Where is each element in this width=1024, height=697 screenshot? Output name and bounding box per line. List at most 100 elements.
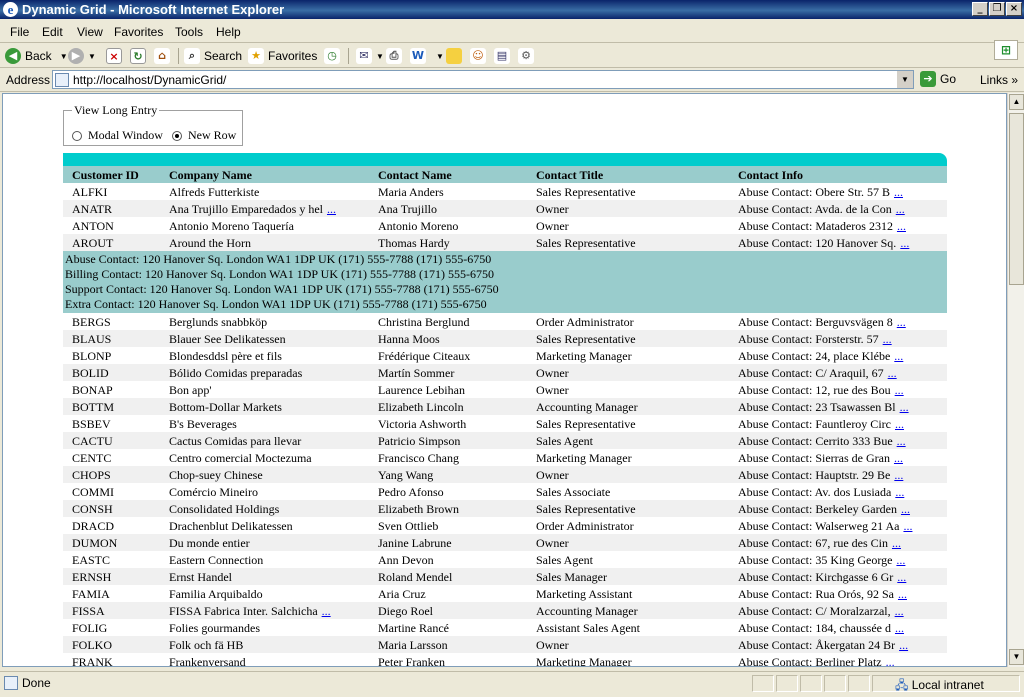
cell-company-name: Blauer See Delikatessen	[169, 332, 286, 346]
messenger-icon: ☺	[470, 48, 486, 64]
cell-contact-name: Hanna Moos	[378, 332, 440, 346]
minimize-button[interactable]: _	[972, 2, 988, 16]
grid-top-bar	[63, 153, 947, 166]
stop-button[interactable]: ×	[106, 47, 126, 65]
view-more-link[interactable]: ...	[894, 451, 903, 465]
new-row-radio[interactable]: New Row	[172, 128, 236, 143]
cell-contact-info: Abuse Contact: 67, rue des Cin...	[738, 536, 901, 550]
history-button[interactable]: ◷	[324, 47, 344, 65]
menu-view[interactable]: View	[77, 25, 103, 39]
view-more-link[interactable]: ...	[898, 587, 907, 601]
view-more-link[interactable]: ...	[896, 553, 905, 567]
intranet-icon: 🖧	[895, 678, 909, 692]
view-more-link[interactable]: ...	[327, 202, 336, 216]
header-contact-info: Contact Info	[738, 168, 803, 182]
research-button[interactable]: ▤	[494, 47, 514, 65]
view-more-link[interactable]: ...	[894, 349, 903, 363]
mail-button[interactable]: ✉ ▼	[356, 47, 384, 65]
cell-customer-id: CHOPS	[72, 468, 111, 482]
tools-button[interactable]: ⚙	[518, 47, 538, 65]
cell-contact-name: Francisco Chang	[378, 451, 459, 465]
cell-customer-id: COMMI	[72, 485, 115, 499]
view-more-link[interactable]: ...	[899, 638, 908, 652]
table-row: ALFKI Alfreds Futterkiste Maria Anders Sale…	[63, 183, 947, 200]
restore-button[interactable]: ❐	[989, 2, 1005, 16]
view-more-link[interactable]: ...	[897, 219, 906, 233]
view-more-link[interactable]: ...	[896, 202, 905, 216]
forward-button[interactable]: ▶ ▼	[68, 47, 96, 65]
view-more-link[interactable]: ...	[900, 236, 909, 250]
scroll-thumb[interactable]	[1009, 113, 1024, 285]
view-more-link[interactable]: ...	[322, 604, 331, 618]
view-more-link[interactable]: ...	[895, 383, 904, 397]
cell-contact-name: Sven Ottlieb	[378, 519, 439, 533]
cell-contact-name: Maria Larsson	[378, 638, 448, 652]
menu-edit[interactable]: Edit	[42, 25, 63, 39]
search-icon: ⌕	[184, 48, 200, 64]
cell-customer-id: ERNSH	[72, 570, 112, 584]
address-dropdown-icon[interactable]: ▼	[897, 71, 913, 88]
close-button[interactable]: ×	[1006, 2, 1022, 16]
view-more-link[interactable]: ...	[897, 315, 906, 329]
edit-button[interactable]: W ▼	[410, 47, 444, 65]
status-panel	[800, 675, 822, 692]
view-more-link[interactable]: ...	[895, 621, 904, 635]
view-more-link[interactable]: ...	[883, 332, 892, 346]
view-more-link[interactable]: ...	[897, 434, 906, 448]
view-more-link[interactable]: ...	[888, 366, 897, 380]
cell-contact-title: Owner	[536, 536, 569, 550]
view-more-link[interactable]: ...	[895, 417, 904, 431]
cell-customer-id: BLONP	[72, 349, 112, 363]
menu-favorites[interactable]: Favorites	[114, 25, 163, 39]
detail-line: Abuse Contact: 120 Hanover Sq. London WA…	[65, 252, 492, 266]
cell-company-name: Consolidated Holdings	[169, 502, 280, 516]
menu-tools[interactable]: Tools	[175, 25, 203, 39]
table-row: CHOPS Chop-suey Chinese Yang Wang Owner Abus…	[63, 466, 947, 483]
messenger-button[interactable]: ☺	[470, 47, 490, 65]
cell-contact-info: Abuse Contact: 23 Tsawassen Bl...	[738, 400, 909, 414]
view-more-link[interactable]: ...	[886, 655, 895, 666]
modal-window-radio[interactable]: Modal Window	[72, 128, 163, 143]
view-more-link[interactable]: ...	[903, 519, 912, 533]
back-button[interactable]: ◀ Back ▼	[5, 47, 68, 65]
view-more-link[interactable]: ...	[895, 604, 904, 618]
cell-contact-info: Abuse Contact: Rua Orós, 92 Sa...	[738, 587, 907, 601]
table-row: BERGS Berglunds snabbköp Christina Berglun…	[63, 313, 947, 330]
cell-contact-info: Abuse Contact: Mataderos 2312...	[738, 219, 906, 233]
cell-contact-title: Sales Associate	[536, 485, 611, 499]
view-more-link[interactable]: ...	[900, 400, 909, 414]
table-row: BONAP Bon app' Laurence Lebihan Owner Abuse …	[63, 381, 947, 398]
links-button[interactable]: Links »	[980, 73, 1018, 87]
favorites-button[interactable]: ★ Favorites	[248, 47, 317, 65]
view-more-link[interactable]: ...	[892, 536, 901, 550]
cell-contact-title: Sales Manager	[536, 570, 607, 584]
cell-company-name: Du monde entier	[169, 536, 250, 550]
view-more-link[interactable]: ...	[895, 485, 904, 499]
menu-file[interactable]: File	[10, 25, 29, 39]
search-button[interactable]: ⌕ Search	[184, 47, 242, 65]
vertical-scrollbar[interactable]: ▲ ▼	[1007, 93, 1024, 667]
toolbar-separator	[348, 48, 349, 64]
table-row: BLONP Blondesddsl père et fils Frédérique …	[63, 347, 947, 364]
print-button[interactable]: ⎙	[386, 47, 406, 65]
view-more-link[interactable]: ...	[894, 468, 903, 482]
refresh-button[interactable]: ↻	[130, 47, 150, 65]
cell-company-name: Folk och fä HB	[169, 638, 244, 652]
home-icon: ⌂	[154, 48, 170, 64]
view-more-link[interactable]: ...	[897, 570, 906, 584]
menu-help[interactable]: Help	[216, 25, 241, 39]
discuss-button[interactable]	[446, 47, 466, 65]
view-more-link[interactable]: ...	[894, 185, 903, 199]
url-input[interactable]	[73, 72, 893, 87]
research-icon: ▤	[494, 48, 510, 64]
toolbar-separator	[178, 48, 179, 64]
address-field[interactable]: ▼	[52, 70, 914, 89]
scroll-down-icon[interactable]: ▼	[1009, 649, 1024, 665]
home-button[interactable]: ⌂	[154, 47, 174, 65]
go-button[interactable]: ➔ Go	[920, 71, 956, 87]
cell-contact-title: Order Administrator	[536, 315, 634, 329]
scroll-up-icon[interactable]: ▲	[1009, 94, 1024, 110]
cell-contact-title: Sales Representative	[536, 332, 636, 346]
view-more-link[interactable]: ...	[901, 502, 910, 516]
cell-customer-id: ANTON	[72, 219, 114, 233]
